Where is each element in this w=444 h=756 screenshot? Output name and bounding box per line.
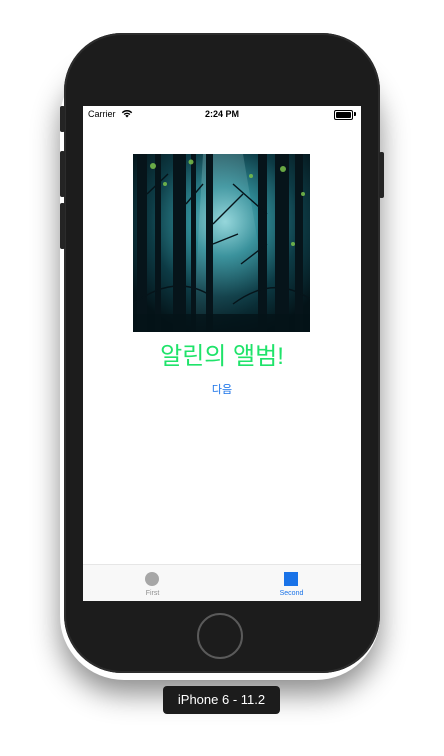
album-title: 알린의 앨범! xyxy=(160,343,284,370)
tab-first-label: First xyxy=(145,590,160,597)
forest-photo xyxy=(133,154,310,332)
next-button[interactable]: 다음 xyxy=(83,381,361,397)
tab-first[interactable]: First xyxy=(83,565,222,601)
silent-switch xyxy=(60,106,65,132)
tab-second[interactable]: Second xyxy=(222,565,361,601)
square-icon xyxy=(284,572,298,586)
device-screen: Carrier 2:24 PM 알린의 앨범! 다음 First Second xyxy=(83,106,361,601)
power-button xyxy=(379,152,384,198)
battery-tip xyxy=(354,112,356,116)
home-button[interactable] xyxy=(197,613,243,659)
device-caption: iPhone 6 - 11.2 xyxy=(163,686,280,714)
circle-icon xyxy=(145,572,159,586)
status-time: 2:24 PM xyxy=(204,109,239,119)
battery-full-icon xyxy=(334,110,353,120)
status-bar: Carrier 2:24 PM xyxy=(83,106,361,122)
volume-down-button xyxy=(60,203,65,249)
tab-second-label: Second xyxy=(279,590,304,597)
volume-up-button xyxy=(60,151,65,197)
tab-bar: First Second xyxy=(83,564,361,601)
